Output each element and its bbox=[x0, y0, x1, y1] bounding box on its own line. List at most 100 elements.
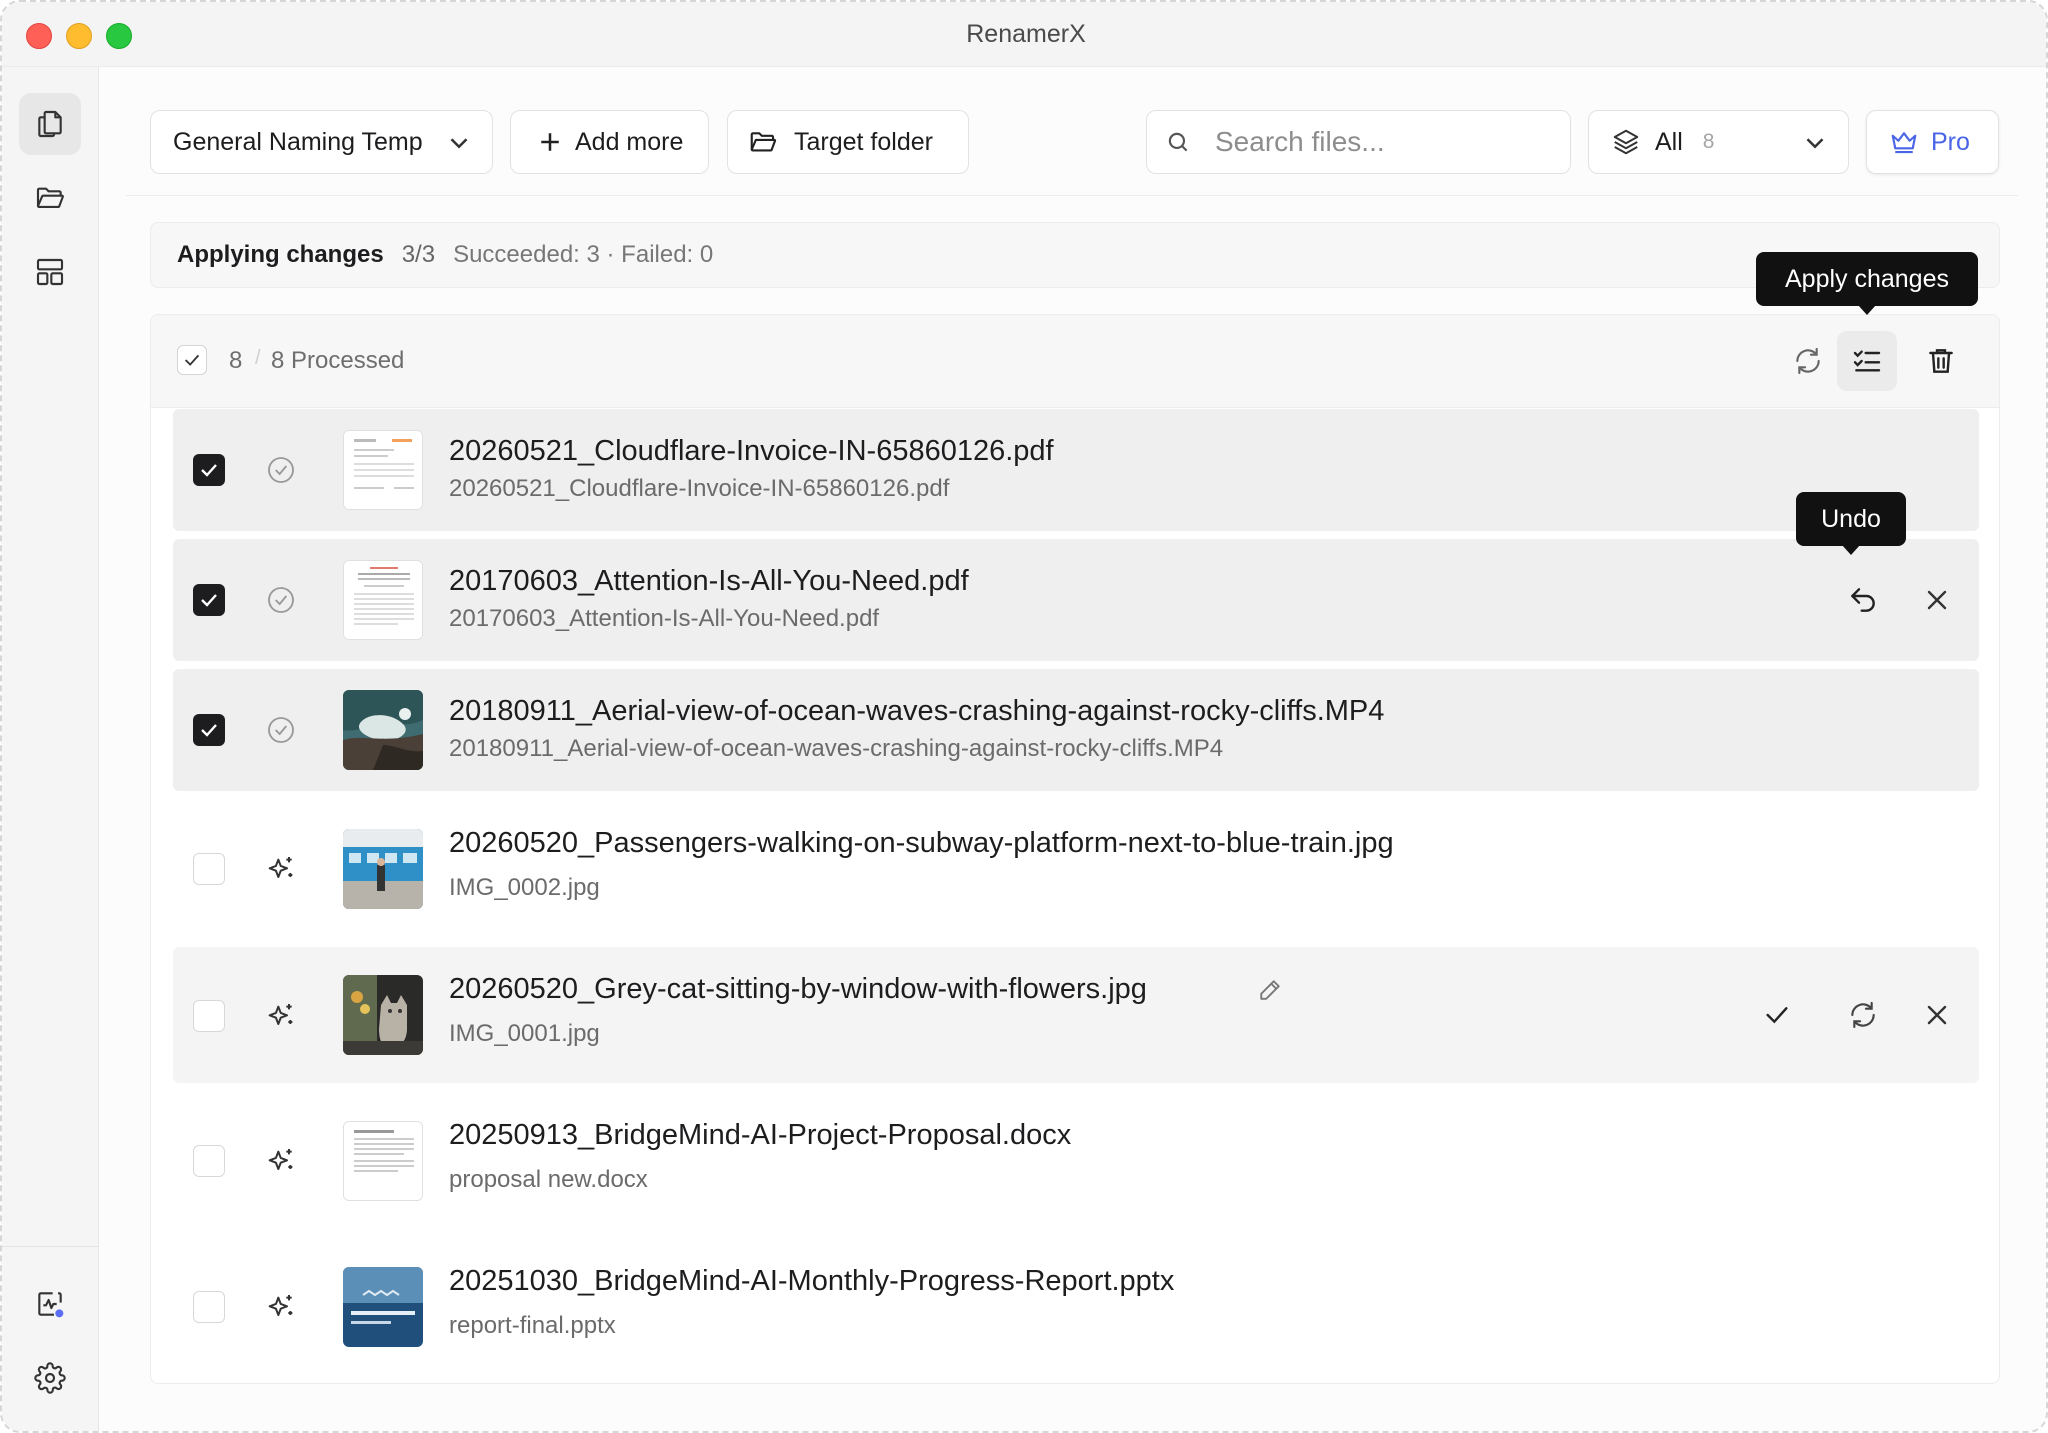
original-file-name: 20170603_Attention-Is-All-You-Need.pdf bbox=[449, 605, 880, 632]
plus-icon bbox=[541, 133, 559, 151]
delete-all-button[interactable] bbox=[1911, 331, 1971, 391]
title-bar: RenamerX bbox=[2, 2, 2046, 67]
filter-label: All bbox=[1655, 127, 1683, 156]
file-row[interactable]: 20260521_Cloudflare-Invoice-IN-65860126.… bbox=[173, 409, 1979, 531]
file-thumbnail bbox=[343, 560, 423, 640]
search-icon bbox=[1168, 132, 1188, 152]
check-circle-icon bbox=[268, 717, 294, 743]
file-row[interactable]: 20250913_BridgeMind-AI-Project-Proposal.… bbox=[173, 1091, 1979, 1231]
docx-thumbnail-icon bbox=[344, 1122, 422, 1200]
sparkles-icon bbox=[268, 1295, 293, 1316]
search-input[interactable]: Search files... bbox=[1146, 110, 1571, 174]
layout-icon bbox=[36, 258, 64, 286]
check-icon bbox=[201, 594, 217, 607]
file-row[interactable]: 20251030_BridgeMind-AI-Monthly-Progress-… bbox=[173, 1237, 1979, 1377]
file-thumbnail bbox=[343, 1267, 423, 1347]
sidebar-item-activity[interactable] bbox=[19, 1273, 81, 1335]
count-separator: / bbox=[255, 347, 261, 369]
pencil-icon[interactable] bbox=[1255, 975, 1285, 1005]
add-more-button[interactable]: Add more bbox=[510, 110, 709, 174]
row-checkbox[interactable] bbox=[193, 1291, 225, 1323]
row-checkbox[interactable] bbox=[193, 853, 225, 885]
ocean-waves-thumbnail-icon bbox=[343, 690, 423, 770]
new-file-name: 20260521_Cloudflare-Invoice-IN-65860126.… bbox=[449, 435, 1054, 467]
original-file-name: proposal new.docx bbox=[449, 1166, 648, 1193]
sparkles-icon bbox=[268, 1004, 293, 1025]
filter-count: 8 bbox=[1702, 130, 1715, 153]
file-thumbnail bbox=[343, 829, 423, 909]
file-row[interactable]: 20260520_Passengers-walking-on-subway-pl… bbox=[173, 799, 1979, 939]
pro-label: Pro bbox=[1931, 127, 1970, 156]
sparkles-icon bbox=[268, 1149, 293, 1170]
sidebar-divider bbox=[2, 1246, 98, 1247]
template-dropdown[interactable]: General Naming Temp bbox=[150, 110, 493, 174]
processed-label: 8 Processed bbox=[271, 347, 405, 374]
add-more-label: Add more bbox=[575, 127, 684, 156]
window-title: RenamerX bbox=[966, 20, 1086, 48]
check-icon bbox=[201, 464, 217, 477]
target-folder-button[interactable]: Target folder bbox=[727, 110, 969, 174]
filter-dropdown[interactable]: All 8 bbox=[1588, 110, 1849, 174]
row-checkbox[interactable] bbox=[193, 1000, 225, 1032]
original-file-name: IMG_0001.jpg bbox=[449, 1020, 600, 1047]
original-file-name: 20260521_Cloudflare-Invoice-IN-65860126.… bbox=[449, 475, 950, 502]
apply-changes-tooltip: Apply changes bbox=[1756, 252, 1978, 315]
file-thumbnail bbox=[343, 690, 423, 770]
new-file-name: 20250913_BridgeMind-AI-Project-Proposal.… bbox=[449, 1119, 1072, 1151]
original-file-name: IMG_0002.jpg bbox=[449, 874, 600, 901]
check-circle-icon bbox=[268, 587, 294, 613]
row-checkbox[interactable] bbox=[193, 584, 225, 616]
activity-icon bbox=[38, 1292, 64, 1318]
sparkles-icon bbox=[268, 857, 293, 878]
refresh-icon bbox=[1851, 1001, 1875, 1029]
file-row[interactable]: 20170603_Attention-Is-All-You-Need.pdf 2… bbox=[173, 539, 1979, 661]
accept-rename-button[interactable] bbox=[1755, 993, 1799, 1037]
app-window: RenamerX General Naming Temp Add more Ta… bbox=[0, 0, 2048, 1433]
new-file-name: 20251030_BridgeMind-AI-Monthly-Progress-… bbox=[449, 1265, 1175, 1297]
row-checkbox[interactable] bbox=[193, 454, 225, 486]
sidebar-item-folders[interactable] bbox=[19, 167, 81, 229]
chevron-down-icon bbox=[1806, 138, 1824, 149]
new-file-name: 20260520_Grey-cat-sitting-by-window-with… bbox=[449, 973, 1147, 1005]
status-progress: 3/3 bbox=[401, 241, 436, 268]
subway-thumbnail-icon bbox=[343, 829, 423, 909]
file-row[interactable]: 20260520_Grey-cat-sitting-by-window-with… bbox=[173, 947, 1979, 1083]
pro-button[interactable]: Pro bbox=[1866, 110, 1999, 174]
new-file-name: 20170603_Attention-Is-All-You-Need.pdf bbox=[449, 565, 969, 597]
folder-open-icon bbox=[36, 187, 64, 208]
chevron-down-icon bbox=[450, 138, 468, 149]
target-folder-label: Target folder bbox=[794, 127, 933, 156]
undo-button[interactable] bbox=[1841, 578, 1885, 622]
close-icon bbox=[1927, 1005, 1947, 1025]
regenerate-button[interactable] bbox=[1841, 993, 1885, 1037]
check-circle-icon bbox=[268, 457, 294, 483]
template-label: General Naming Temp bbox=[173, 127, 423, 156]
refresh-icon bbox=[1796, 347, 1820, 375]
apply-changes-button[interactable] bbox=[1837, 331, 1897, 391]
file-thumbnail bbox=[343, 975, 423, 1055]
regenerate-all-button[interactable] bbox=[1778, 331, 1838, 391]
original-file-name: 20180911_Aerial-view-of-ocean-waves-cras… bbox=[449, 735, 1224, 762]
toolbar-divider bbox=[126, 195, 2018, 196]
sidebar-item-templates[interactable] bbox=[19, 241, 81, 303]
sidebar-item-files[interactable] bbox=[19, 93, 81, 155]
remove-row-button[interactable] bbox=[1915, 993, 1959, 1037]
sidebar-item-settings[interactable] bbox=[19, 1347, 81, 1409]
pdf-invoice-thumbnail-icon bbox=[344, 431, 422, 509]
pdf-paper-thumbnail-icon bbox=[344, 561, 422, 639]
new-file-name: 20180911_Aerial-view-of-ocean-waves-cras… bbox=[449, 695, 1385, 727]
cat-thumbnail-icon bbox=[343, 975, 423, 1055]
select-all-checkbox[interactable] bbox=[177, 345, 207, 375]
row-checkbox[interactable] bbox=[193, 1145, 225, 1177]
crown-icon bbox=[1891, 132, 1917, 154]
original-file-name: report-final.pptx bbox=[449, 1312, 616, 1339]
remove-row-button[interactable] bbox=[1915, 578, 1959, 622]
check-icon bbox=[1766, 1007, 1788, 1024]
trash-icon bbox=[1929, 349, 1953, 373]
check-icon bbox=[201, 724, 217, 737]
toolbar: General Naming Temp Add more Target fold… bbox=[126, 110, 2018, 176]
file-row[interactable]: 20180911_Aerial-view-of-ocean-waves-cras… bbox=[173, 669, 1979, 791]
undo-icon bbox=[1851, 588, 1875, 612]
row-checkbox[interactable] bbox=[193, 714, 225, 746]
file-thumbnail bbox=[343, 1121, 423, 1201]
